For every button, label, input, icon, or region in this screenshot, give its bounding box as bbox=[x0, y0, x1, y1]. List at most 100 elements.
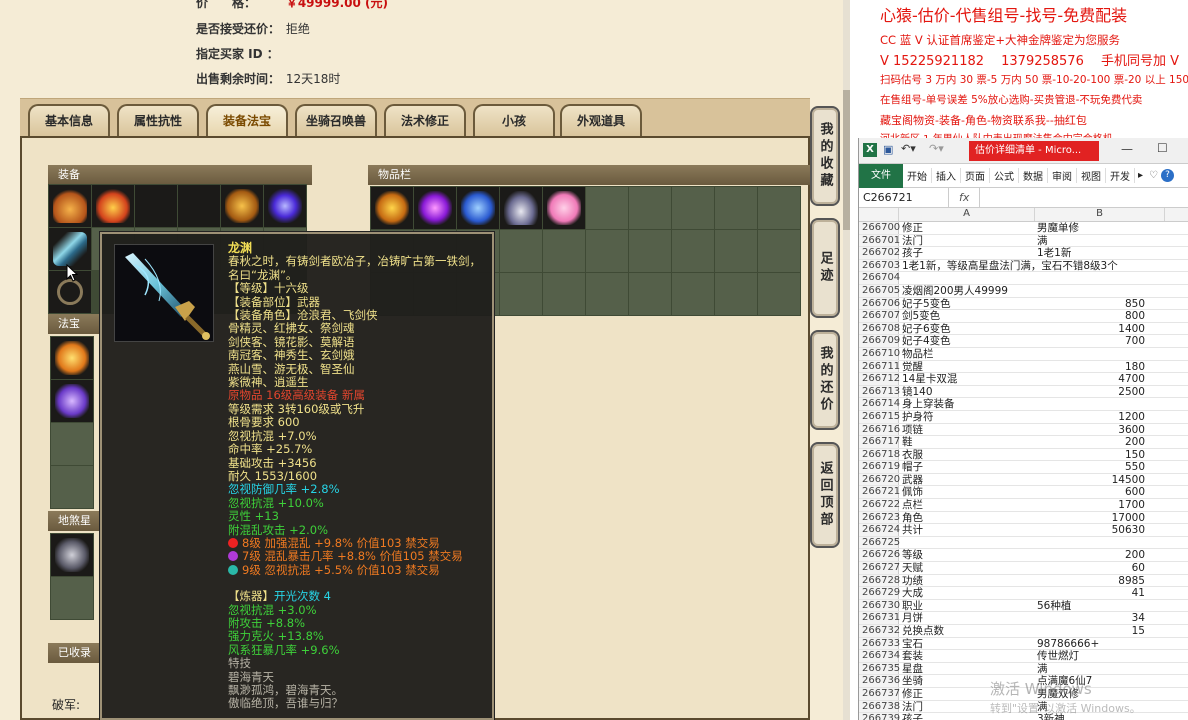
cell-b[interactable]: 56种植 bbox=[1035, 600, 1165, 612]
cell-b[interactable] bbox=[1035, 348, 1165, 360]
row-number[interactable]: 266702 bbox=[859, 247, 900, 259]
row-number[interactable]: 266701 bbox=[859, 234, 900, 247]
cell-b[interactable]: 200 bbox=[1035, 436, 1165, 448]
cell-a[interactable]: 护身符 bbox=[899, 411, 1035, 423]
row-number[interactable]: 266706 bbox=[859, 297, 900, 310]
cell-a[interactable]: 项链 bbox=[899, 424, 1035, 436]
row-number[interactable]: 266723 bbox=[859, 511, 900, 524]
cell-a[interactable]: 妃子5变色 bbox=[899, 298, 1035, 310]
cell-b[interactable]: 传世燃灯 bbox=[1035, 650, 1165, 662]
equip-slot[interactable] bbox=[264, 185, 306, 227]
row-number[interactable]: 266727 bbox=[859, 562, 900, 574]
cell-b[interactable]: 1200 bbox=[1035, 411, 1165, 423]
inventory-slot[interactable] bbox=[543, 187, 585, 229]
inventory-slot[interactable] bbox=[672, 230, 714, 272]
row-number[interactable]: 266725 bbox=[859, 536, 900, 549]
undo-icon[interactable]: ↶▾ bbox=[901, 142, 916, 155]
cell-b[interactable]: 700 bbox=[1035, 335, 1165, 347]
inventory-slot[interactable] bbox=[758, 230, 800, 272]
cell-b[interactable] bbox=[1035, 537, 1165, 549]
cell-a[interactable]: 月饼 bbox=[899, 612, 1035, 624]
cell-a[interactable]: 妃子6变色 bbox=[899, 323, 1035, 335]
ribbon-tab[interactable]: 开发 bbox=[1106, 168, 1135, 183]
cell-a[interactable]: 角色 bbox=[899, 512, 1035, 524]
inventory-slot[interactable] bbox=[543, 230, 585, 272]
inventory-slot[interactable] bbox=[586, 230, 628, 272]
cell-b[interactable]: 180 bbox=[1035, 361, 1165, 373]
inventory-slot[interactable] bbox=[543, 273, 585, 315]
treasure-slot[interactable] bbox=[51, 423, 93, 465]
cell-b[interactable]: 41 bbox=[1035, 587, 1165, 599]
inventory-slot[interactable] bbox=[715, 273, 757, 315]
cell-a[interactable]: 修正 bbox=[899, 222, 1035, 234]
cell-b[interactable]: 200 bbox=[1035, 549, 1165, 561]
inventory-slot[interactable] bbox=[715, 187, 757, 229]
cell-b[interactable]: 150 bbox=[1035, 449, 1165, 461]
tab-equipment[interactable]: 装备法宝 bbox=[206, 104, 288, 136]
row-number[interactable]: 266714 bbox=[859, 398, 900, 410]
row-number[interactable]: 266710 bbox=[859, 347, 900, 360]
tab-appearance[interactable]: 外观道具 bbox=[560, 104, 642, 136]
cell-a[interactable]: 共计 bbox=[899, 524, 1035, 536]
cell-a[interactable]: 星盘 bbox=[899, 663, 1035, 675]
inventory-slot[interactable] bbox=[586, 273, 628, 315]
cell-b[interactable] bbox=[1035, 285, 1165, 297]
cell-b[interactable]: 2500 bbox=[1035, 386, 1165, 398]
equip-slot[interactable] bbox=[135, 185, 177, 227]
row-number[interactable]: 266700 bbox=[859, 222, 900, 234]
ribbon-tab[interactable]: 页面 bbox=[961, 168, 990, 183]
cell-b[interactable]: 1400 bbox=[1035, 323, 1165, 335]
redo-icon[interactable]: ↷▾ bbox=[929, 142, 944, 155]
row-number[interactable]: 266718 bbox=[859, 448, 900, 461]
earth-treasure-slot[interactable] bbox=[51, 534, 93, 576]
cell-b[interactable]: 4700 bbox=[1035, 373, 1165, 385]
row-number[interactable]: 266722 bbox=[859, 499, 900, 511]
cell-b[interactable]: 600 bbox=[1035, 486, 1165, 498]
cell-b[interactable]: 14500 bbox=[1035, 474, 1165, 486]
cell-a[interactable]: 孩子 bbox=[899, 247, 1035, 259]
equip-slot[interactable] bbox=[221, 185, 263, 227]
earth-treasure-slot[interactable] bbox=[51, 577, 93, 619]
tab-basic-info[interactable]: 基本信息 bbox=[28, 104, 110, 136]
ribbon-more-icon[interactable]: ▸ bbox=[1135, 170, 1146, 181]
cell-a[interactable]: 身上穿装备 bbox=[899, 398, 1035, 410]
row-number[interactable]: 266716 bbox=[859, 423, 900, 436]
cell-b[interactable]: 满 bbox=[1035, 663, 1165, 675]
cell-a[interactable] bbox=[899, 272, 1035, 284]
cell-b[interactable]: 850 bbox=[1035, 298, 1165, 310]
row-number[interactable]: 266711 bbox=[859, 360, 900, 373]
cell-b[interactable]: 550 bbox=[1035, 461, 1165, 473]
row-number[interactable]: 266739 bbox=[859, 713, 900, 720]
inventory-slot[interactable] bbox=[672, 187, 714, 229]
cell-a[interactable]: 宝石 bbox=[899, 638, 1035, 650]
cell-b[interactable]: 800 bbox=[1035, 310, 1165, 322]
tab-children[interactable]: 小孩 bbox=[473, 104, 555, 136]
ribbon-tab[interactable]: 数据 bbox=[1019, 168, 1048, 183]
treasure-slot[interactable] bbox=[51, 380, 93, 422]
equip-slot[interactable] bbox=[92, 185, 134, 227]
cell-b[interactable] bbox=[1035, 260, 1165, 272]
row-number[interactable]: 266707 bbox=[859, 310, 900, 322]
cell-b[interactable]: 8985 bbox=[1035, 575, 1165, 587]
inventory-slot[interactable] bbox=[371, 187, 413, 229]
row-number[interactable]: 266732 bbox=[859, 625, 900, 637]
inventory-slot[interactable] bbox=[586, 187, 628, 229]
ribbon-tab[interactable]: 插入 bbox=[932, 168, 961, 183]
row-number[interactable]: 266730 bbox=[859, 599, 900, 612]
cell-b[interactable]: 3600 bbox=[1035, 424, 1165, 436]
row-number[interactable]: 266721 bbox=[859, 486, 900, 499]
row-number[interactable]: 266733 bbox=[859, 637, 900, 650]
cell-b[interactable]: 男魔单修 bbox=[1035, 222, 1165, 234]
cell-a[interactable]: 武器 bbox=[899, 474, 1035, 486]
cell-a[interactable]: 衣服 bbox=[899, 449, 1035, 461]
inventory-slot[interactable] bbox=[500, 230, 542, 272]
minimize-icon[interactable]: — bbox=[1121, 142, 1133, 156]
ribbon-tab[interactable]: 审阅 bbox=[1048, 168, 1077, 183]
ribbon-tab[interactable]: 视图 bbox=[1077, 168, 1106, 183]
cell-b[interactable]: 满 bbox=[1035, 235, 1165, 247]
cell-b[interactable]: 34 bbox=[1035, 612, 1165, 624]
file-tab[interactable]: 文件 bbox=[859, 163, 903, 188]
inventory-slot[interactable] bbox=[629, 230, 671, 272]
cell-b[interactable]: 1老1新 bbox=[1035, 247, 1165, 259]
tab-spell-correction[interactable]: 法术修正 bbox=[384, 104, 466, 136]
